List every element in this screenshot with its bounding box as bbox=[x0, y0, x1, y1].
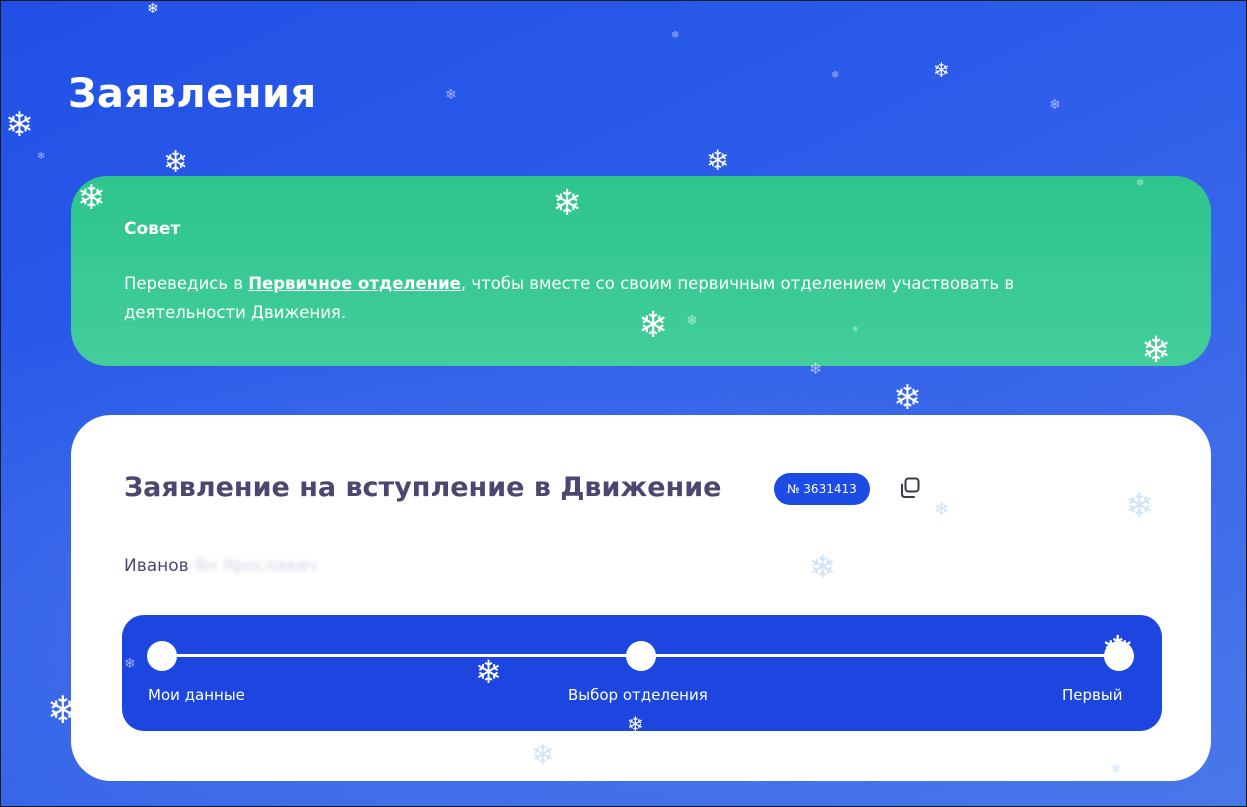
advice-text: Переведись в Первичное отделение, чтобы … bbox=[124, 269, 1084, 327]
step-dot-branch-selection[interactable] bbox=[626, 641, 656, 671]
snowflake-icon: ❄ bbox=[706, 144, 730, 177]
snowflake-icon: ❄ bbox=[37, 151, 46, 162]
applicant-name: Иванов Ян Ярославич bbox=[124, 556, 317, 576]
application-title: Заявление на вступление в Движение bbox=[124, 472, 722, 503]
snowflake-icon: ❄ bbox=[147, 1, 159, 17]
snowflake-icon: ❄ bbox=[893, 378, 922, 418]
step-label-my-data: Мои данные bbox=[148, 686, 245, 704]
step-dot-my-data[interactable] bbox=[147, 641, 177, 671]
advice-banner: Совет Переведись в Первичное отделение, … bbox=[71, 176, 1211, 366]
application-stepper: Мои данные Выбор отделения Первый bbox=[122, 615, 1162, 731]
snowflake-icon: ❄ bbox=[5, 105, 34, 145]
copy-icon-svg bbox=[901, 477, 920, 498]
snowflake-icon: ❄ bbox=[163, 145, 189, 180]
copy-icon[interactable] bbox=[897, 475, 923, 501]
snowflake-icon: ❄ bbox=[671, 30, 680, 41]
applicant-surname: Иванов bbox=[124, 556, 189, 576]
page-title: Заявления bbox=[68, 71, 317, 117]
snowflake-icon: ❄ bbox=[1049, 97, 1061, 113]
application-card: Заявление на вступление в Движение № 363… bbox=[71, 415, 1211, 781]
step-label-branch-selection: Выбор отделения bbox=[568, 686, 708, 704]
snowflake-icon: ❄ bbox=[831, 70, 840, 81]
page-background: Заявления Совет Переведись в Первичное о… bbox=[0, 0, 1247, 807]
advice-title: Совет bbox=[124, 219, 181, 239]
snowflake-icon: ❄ bbox=[445, 87, 457, 103]
applicant-name-blurred: Ян Ярославич bbox=[194, 556, 318, 576]
snowflake-icon: ❄ bbox=[933, 58, 950, 82]
application-number-badge: № 3631413 bbox=[774, 473, 870, 505]
step-dot-first[interactable] bbox=[1104, 641, 1134, 671]
primary-branch-link[interactable]: Первичное отделение bbox=[248, 274, 461, 293]
advice-text-before: Переведись в bbox=[124, 274, 249, 293]
step-label-first: Первый bbox=[1062, 686, 1123, 704]
